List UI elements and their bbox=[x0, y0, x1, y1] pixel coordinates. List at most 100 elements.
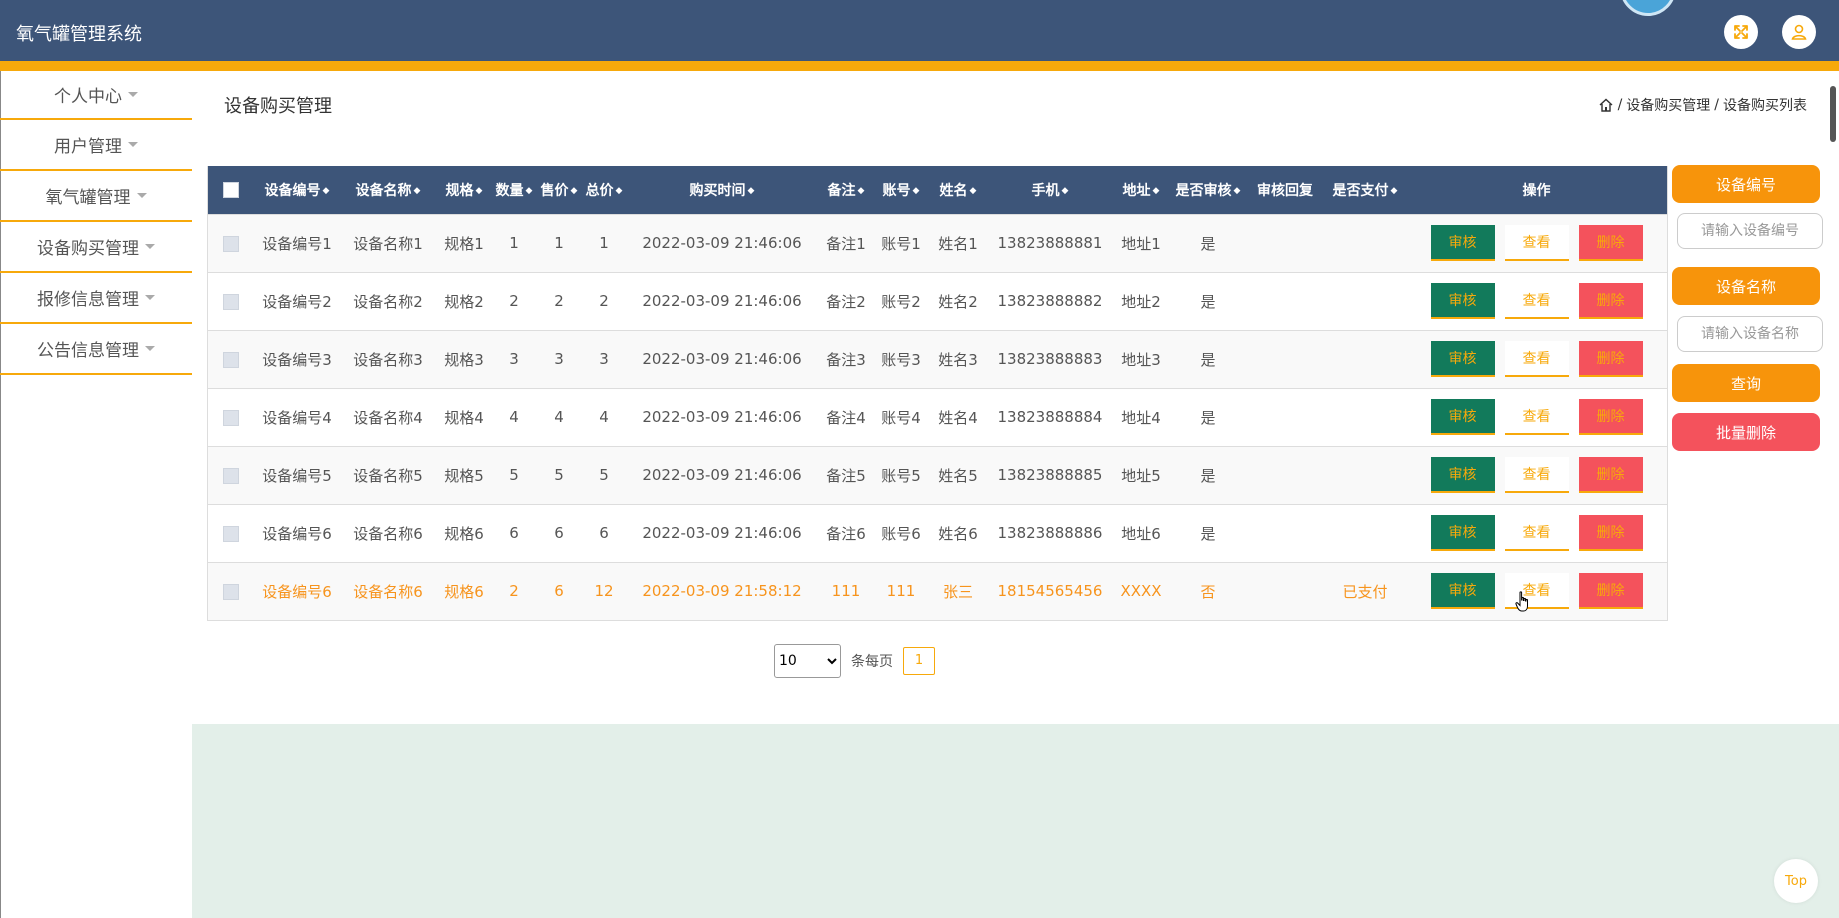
table-cell: 是 bbox=[1200, 524, 1216, 543]
table-cell bbox=[1324, 330, 1406, 388]
sort-icon[interactable]: ◆ bbox=[1153, 186, 1160, 196]
table-cell: 地址6 bbox=[1121, 524, 1161, 543]
sort-icon[interactable]: ◆ bbox=[476, 186, 483, 196]
sort-icon[interactable]: ◆ bbox=[616, 186, 623, 196]
table-cell: 地址1 bbox=[1121, 234, 1161, 253]
sidebar-item-personal-center[interactable]: 个人中心 bbox=[0, 71, 192, 120]
field2-label-button[interactable]: 设备名称 bbox=[1672, 267, 1820, 305]
sidebar-item-label: 报修信息管理 bbox=[37, 290, 139, 310]
view-button[interactable]: 查看 bbox=[1504, 225, 1569, 261]
table-cell: 姓名5 bbox=[938, 466, 978, 485]
query-button[interactable]: 查询 bbox=[1672, 364, 1820, 402]
breadcrumb-level1[interactable]: 设备购买管理 bbox=[1626, 95, 1710, 115]
column-header[interactable]: 地址 ◆ bbox=[1112, 166, 1170, 214]
column-header[interactable]: 是否审核 ◆ bbox=[1170, 166, 1246, 214]
view-button[interactable]: 查看 bbox=[1504, 399, 1569, 435]
audit-button[interactable]: 审核 bbox=[1430, 341, 1495, 377]
column-header[interactable]: 备注 ◆ bbox=[818, 166, 874, 214]
sort-icon[interactable]: ◆ bbox=[970, 186, 977, 196]
sort-icon[interactable]: ◆ bbox=[1062, 186, 1069, 196]
batch-delete-button[interactable]: 批量删除 bbox=[1672, 413, 1820, 451]
table-cell: 13823888885 bbox=[997, 466, 1103, 484]
scrollbar[interactable] bbox=[1830, 86, 1836, 142]
row-checkbox[interactable] bbox=[223, 583, 239, 600]
equipment-name-input[interactable] bbox=[1677, 316, 1823, 352]
table-cell bbox=[1246, 388, 1324, 446]
delete-button[interactable]: 删除 bbox=[1578, 341, 1643, 377]
table-cell: 备注1 bbox=[826, 234, 866, 253]
table-cell: 2022-03-09 21:58:12 bbox=[642, 582, 802, 601]
sidebar-item-user-management[interactable]: 用户管理 bbox=[0, 120, 192, 171]
delete-button[interactable]: 删除 bbox=[1578, 283, 1643, 319]
sidebar-item-equipment-purchase[interactable]: 设备购买管理 bbox=[0, 222, 192, 273]
delete-button[interactable]: 删除 bbox=[1578, 515, 1643, 551]
caret-down-icon bbox=[145, 244, 155, 249]
audit-button[interactable]: 审核 bbox=[1430, 399, 1495, 435]
table-cell: 111 bbox=[886, 582, 916, 601]
equipment-number-input[interactable] bbox=[1677, 213, 1823, 249]
table-cell: 13823888884 bbox=[997, 408, 1103, 426]
sidebar-item-label: 个人中心 bbox=[54, 87, 122, 107]
footer-area bbox=[192, 724, 1839, 918]
page-size-select[interactable]: 10 bbox=[774, 644, 841, 678]
column-header[interactable]: 购买时间 ◆ bbox=[626, 166, 818, 214]
audit-button[interactable]: 审核 bbox=[1430, 225, 1495, 261]
table-cell: 姓名2 bbox=[938, 292, 978, 311]
fullscreen-button[interactable] bbox=[1724, 15, 1758, 49]
back-to-top-button[interactable]: Top bbox=[1774, 859, 1818, 903]
field1-label-button[interactable]: 设备编号 bbox=[1672, 165, 1820, 203]
row-checkbox[interactable] bbox=[223, 525, 239, 542]
sort-icon[interactable]: ◆ bbox=[858, 186, 865, 196]
column-header[interactable]: 总价 ◆ bbox=[582, 166, 626, 214]
view-button[interactable]: 查看 bbox=[1504, 283, 1569, 319]
home-icon[interactable] bbox=[1598, 97, 1614, 113]
column-header[interactable]: 规格 ◆ bbox=[436, 166, 492, 214]
sort-icon[interactable]: ◆ bbox=[913, 186, 920, 196]
view-button[interactable]: 查看 bbox=[1504, 341, 1569, 377]
row-checkbox[interactable] bbox=[223, 351, 239, 368]
sort-icon[interactable]: ◆ bbox=[526, 186, 533, 196]
table-cell: 5 bbox=[599, 466, 609, 484]
audit-button[interactable]: 审核 bbox=[1430, 515, 1495, 551]
delete-button[interactable]: 删除 bbox=[1578, 225, 1643, 261]
column-header[interactable]: 姓名 ◆ bbox=[928, 166, 988, 214]
column-header[interactable]: 是否支付 ◆ bbox=[1324, 166, 1406, 214]
audit-button[interactable]: 审核 bbox=[1430, 573, 1495, 610]
column-header[interactable]: 账号 ◆ bbox=[874, 166, 928, 214]
audit-button[interactable]: 审核 bbox=[1430, 457, 1495, 493]
page-number-1[interactable]: 1 bbox=[903, 647, 935, 675]
view-button[interactable]: 查看 bbox=[1504, 457, 1569, 493]
row-checkbox[interactable] bbox=[223, 293, 239, 310]
sort-icon[interactable]: ◆ bbox=[571, 186, 578, 196]
column-header[interactable]: 数量 ◆ bbox=[492, 166, 536, 214]
sidebar-item-repair-info[interactable]: 报修信息管理 bbox=[0, 273, 192, 324]
table-cell: 账号4 bbox=[881, 408, 921, 427]
table-cell: 姓名3 bbox=[938, 350, 978, 369]
sort-icon[interactable]: ◆ bbox=[1391, 186, 1398, 196]
user-button[interactable] bbox=[1782, 15, 1816, 49]
delete-button[interactable]: 删除 bbox=[1578, 457, 1643, 493]
sort-icon[interactable]: ◆ bbox=[748, 186, 755, 196]
table-cell: 规格2 bbox=[444, 292, 484, 311]
table-cell: 4 bbox=[599, 408, 609, 426]
sort-icon[interactable]: ◆ bbox=[414, 186, 421, 196]
table-cell: 设备编号6 bbox=[262, 582, 332, 601]
column-header[interactable]: 设备编号 ◆ bbox=[254, 166, 340, 214]
top-bar: 氧气罐管理系统 bbox=[0, 0, 1839, 71]
sort-icon[interactable]: ◆ bbox=[1234, 186, 1241, 196]
delete-button[interactable]: 删除 bbox=[1578, 573, 1643, 610]
sidebar-item-oxygen-tank-management[interactable]: 氧气罐管理 bbox=[0, 171, 192, 222]
row-checkbox[interactable] bbox=[223, 235, 239, 252]
sort-icon[interactable]: ◆ bbox=[323, 186, 330, 196]
audit-button[interactable]: 审核 bbox=[1430, 283, 1495, 319]
row-checkbox[interactable] bbox=[223, 467, 239, 484]
delete-button[interactable]: 删除 bbox=[1578, 399, 1643, 435]
row-checkbox[interactable] bbox=[223, 409, 239, 426]
select-all-checkbox[interactable] bbox=[223, 181, 239, 198]
column-header[interactable]: 售价 ◆ bbox=[536, 166, 582, 214]
sidebar-item-announcement[interactable]: 公告信息管理 bbox=[0, 324, 192, 375]
column-header[interactable]: 手机 ◆ bbox=[988, 166, 1112, 214]
user-icon bbox=[1791, 24, 1807, 40]
column-header[interactable]: 设备名称 ◆ bbox=[340, 166, 436, 214]
view-button[interactable]: 查看 bbox=[1504, 515, 1569, 551]
